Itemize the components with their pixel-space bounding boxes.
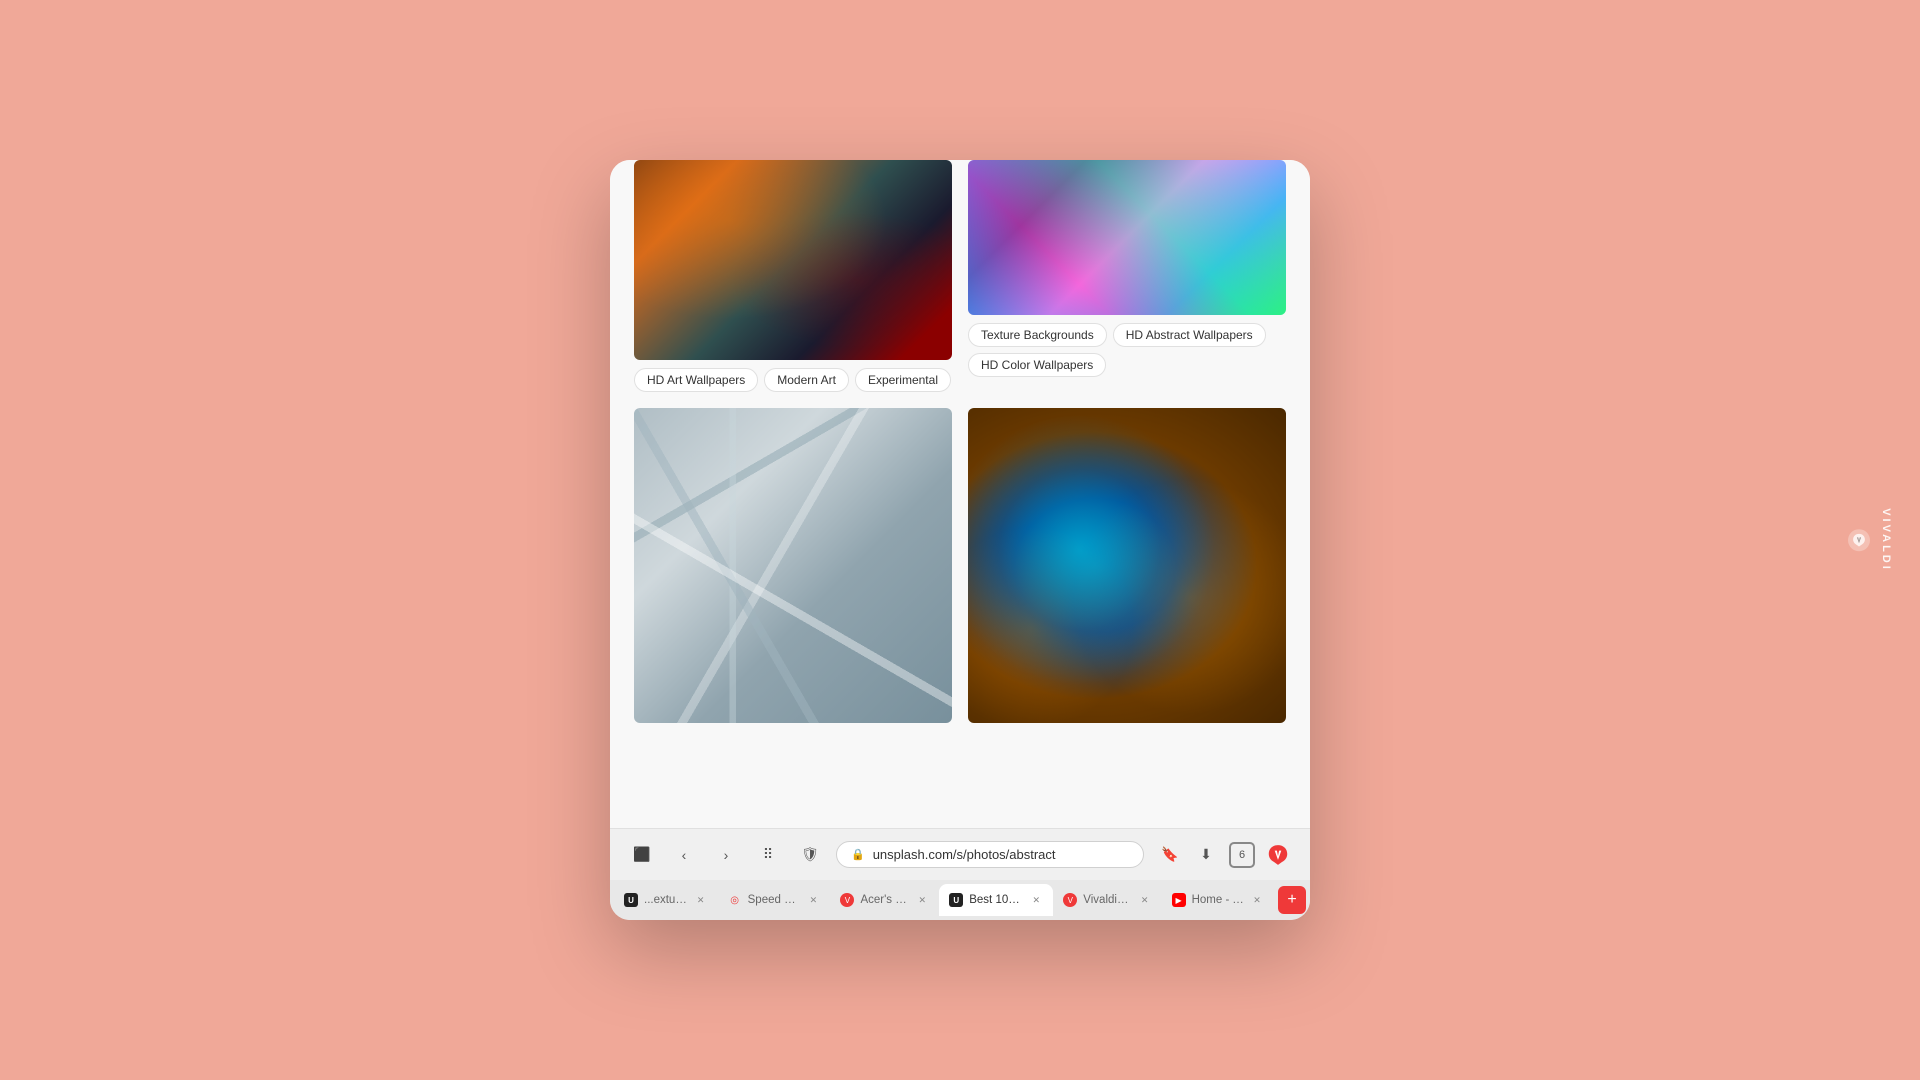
tab-close-home[interactable]: ✕ [1250,893,1264,907]
tab-favicon-textures: U [624,893,638,907]
vivaldi-logo-icon [1267,844,1289,866]
browser-toolbar: ⬛ ‹ › ⠿ 🛡 🔒 unsplash.com/s/photos/abstra… [610,828,1310,880]
back-icon: ‹ [682,847,687,863]
vivaldi-bottom-icon [1852,533,1866,547]
back-button[interactable]: ‹ [668,839,700,871]
cosmic-image[interactable] [968,408,1286,723]
geometric-image[interactable] [634,408,952,723]
tab-favicon-speed-dial: ◎ [728,893,742,907]
abstract-art-image[interactable] [634,160,952,360]
tab-close-best100[interactable]: ✕ [1029,893,1043,907]
new-tab-button[interactable]: + [1278,886,1306,914]
tag-hd-art[interactable]: HD Art Wallpapers [634,368,758,392]
address-bar[interactable]: 🔒 unsplash.com/s/photos/abstract [836,841,1144,868]
tab-bar: U ...extures ✕ ◎ Speed Di... ✕ V Acer's … [610,880,1310,920]
tag-texture-backgrounds[interactable]: Texture Backgrounds [968,323,1107,347]
tab-vivaldi[interactable]: V Vivaldi c... ✕ [1053,884,1161,916]
shield-icon: 🛡 [801,846,819,863]
gallery-item-cosmic [968,408,1286,723]
badge-button[interactable]: 6 [1226,839,1258,871]
vivaldi-text: VIVALDI [1880,508,1892,572]
grid-button[interactable]: ⠿ [752,839,784,871]
tab-favicon-home: ▶ [1172,893,1186,907]
forward-icon: › [724,847,729,863]
tab-close-vivaldi[interactable]: ✕ [1138,893,1152,907]
tab-close-textures[interactable]: ✕ [694,893,708,907]
shield-button[interactable]: 🛡 [794,839,826,871]
download-icon: ⬇ [1200,846,1212,863]
tab-home[interactable]: ▶ Home - Y... ✕ [1162,884,1274,916]
browser-window: HD Art Wallpapers Modern Art Experimenta… [610,160,1310,920]
tab-best100[interactable]: U Best 100 ... ✕ [939,884,1053,916]
vivaldi-bottom-logo [1848,529,1870,551]
tab-favicon-acers: V [840,893,854,907]
url-text: unsplash.com/s/photos/abstract [873,847,1129,862]
tag-experimental[interactable]: Experimental [855,368,951,392]
right-tags-top: Texture Backgrounds HD Abstract Wallpape… [968,323,1286,377]
bookmark-button[interactable]: 🔖 [1154,839,1186,871]
vivaldi-button[interactable] [1262,839,1294,871]
grid-icon: ⠿ [763,846,773,863]
tab-acers[interactable]: V Acer's N... ✕ [830,884,939,916]
left-tags-top: HD Art Wallpapers Modern Art Experimenta… [634,368,952,392]
tag-modern-art[interactable]: Modern Art [764,368,849,392]
tab-label-speed-dial: Speed Di... [748,894,801,906]
first-row: HD Art Wallpapers Modern Art Experimenta… [634,160,1286,392]
tab-label-best100: Best 100 ... [969,894,1023,906]
badge-box-icon: 6 [1229,842,1255,868]
lock-icon: 🔒 [851,848,865,861]
gallery-item-holographic: Texture Backgrounds HD Abstract Wallpape… [968,160,1286,392]
vivaldi-watermark: VIVALDI [1848,508,1892,572]
tab-label-textures: ...extures [644,894,688,906]
tab-label-acers: Acer's N... [860,894,909,906]
gallery-grid-bottom [634,408,1286,723]
bookmark-icon: 🔖 [1161,846,1178,863]
panel-icon: ⬛ [633,846,650,863]
holographic-image[interactable] [968,160,1286,315]
gallery-item-art: HD Art Wallpapers Modern Art Experimenta… [634,160,952,392]
tab-close-acers[interactable]: ✕ [915,893,929,907]
tab-label-vivaldi: Vivaldi c... [1083,894,1131,906]
gallery-item-geometric [634,408,952,723]
tab-textures[interactable]: U ...extures ✕ [614,884,718,916]
toolbar-actions: 🔖 ⬇ 6 [1154,839,1294,871]
forward-button[interactable]: › [710,839,742,871]
tab-favicon-vivaldi: V [1063,893,1077,907]
tag-hd-color[interactable]: HD Color Wallpapers [968,353,1106,377]
tab-close-speed-dial[interactable]: ✕ [806,893,820,907]
download-button[interactable]: ⬇ [1190,839,1222,871]
panel-toggle-button[interactable]: ⬛ [626,839,658,871]
tab-favicon-best100: U [949,893,963,907]
content-area: HD Art Wallpapers Modern Art Experimenta… [610,160,1310,828]
tab-speed-dial[interactable]: ◎ Speed Di... ✕ [718,884,831,916]
tag-hd-abstract[interactable]: HD Abstract Wallpapers [1113,323,1266,347]
tab-label-home: Home - Y... [1192,894,1244,906]
